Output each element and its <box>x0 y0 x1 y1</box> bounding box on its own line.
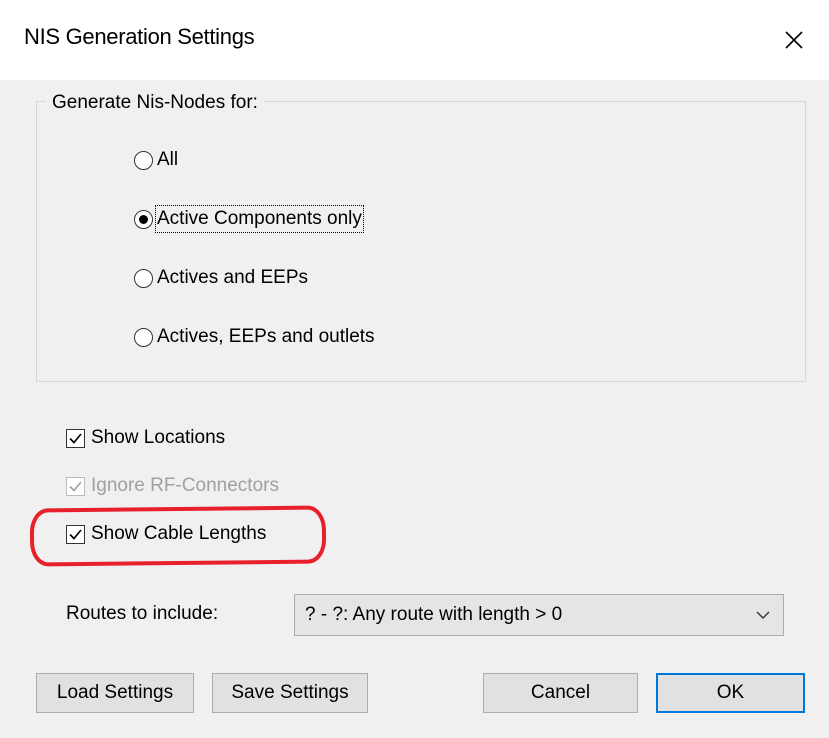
close-button[interactable] <box>759 0 829 80</box>
close-icon <box>785 31 803 49</box>
radio-button[interactable] <box>134 150 153 170</box>
load-settings-button[interactable]: Load Settings <box>36 673 194 713</box>
checkbox-label: Ignore RF-Connectors <box>91 475 279 496</box>
red-highlight-annotation <box>29 505 327 567</box>
generate-group-legend: Generate Nis-Nodes for: <box>46 91 264 115</box>
radio-all[interactable]: All <box>134 148 178 172</box>
routes-label: Routes to include: <box>66 603 219 624</box>
checkmark-icon <box>69 480 82 492</box>
cancel-button[interactable]: Cancel <box>483 673 638 713</box>
checkbox-box <box>66 476 85 496</box>
checkbox-ignore-rf-connectors: Ignore RF-Connectors <box>66 474 279 498</box>
radio-label: Actives and EEPs <box>157 267 309 288</box>
radio-label: Active Components only <box>155 205 364 233</box>
routes-dropdown[interactable]: ? - ?: Any route with length > 0 <box>294 594 784 636</box>
window-title: NIS Generation Settings <box>24 24 255 49</box>
radio-active-components-only[interactable]: Active Components only <box>134 205 364 233</box>
radio-actives-eeps-outlets[interactable]: Actives, EEPs and outlets <box>134 325 375 349</box>
radio-selected-dot <box>139 214 148 224</box>
chevron-down-icon <box>756 611 770 619</box>
checkmark-icon <box>69 432 82 444</box>
routes-selected-value: ? - ?: Any route with length > 0 <box>305 604 563 625</box>
save-settings-button[interactable]: Save Settings <box>212 673 368 713</box>
checkbox-label: Show Locations <box>91 427 226 448</box>
checkbox-show-locations[interactable]: Show Locations <box>66 426 225 450</box>
radio-label: All <box>157 149 179 170</box>
radio-button[interactable] <box>134 268 153 288</box>
radio-label: Actives, EEPs and outlets <box>157 326 375 347</box>
radio-button[interactable] <box>134 327 153 347</box>
title-bar: NIS Generation Settings <box>0 0 829 80</box>
ok-button[interactable]: OK <box>656 673 805 713</box>
radio-button[interactable] <box>134 209 153 229</box>
checkbox-box[interactable] <box>66 428 85 448</box>
radio-actives-and-eeps[interactable]: Actives and EEPs <box>134 266 308 290</box>
